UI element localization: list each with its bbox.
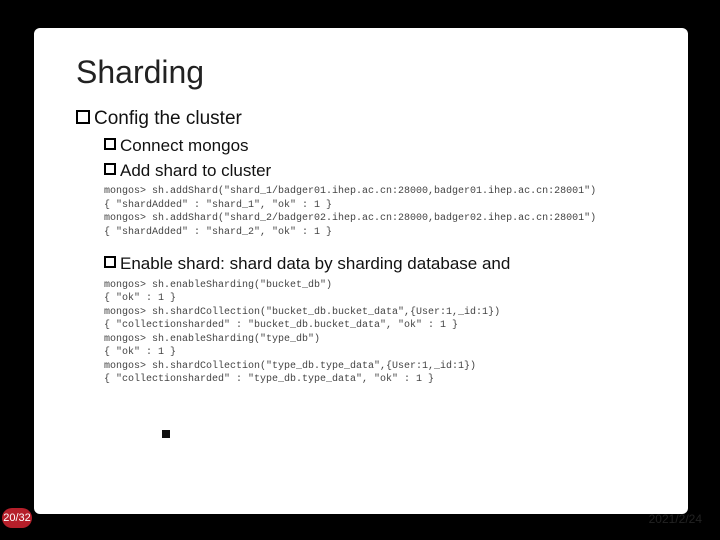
bullet-text: Connect mongos — [120, 135, 249, 156]
footer-date: 2021/2/24 — [649, 512, 702, 526]
bullet-level1: Config the cluster — [76, 107, 688, 131]
slide-container: Sharding Config the cluster Connect mong… — [34, 28, 688, 514]
bullet-text: Config the cluster — [94, 107, 242, 131]
square-bullet-icon — [104, 256, 116, 268]
bullet-text: Add shard to cluster — [120, 160, 271, 181]
bullet-text: Enable shard: shard data by sharding dat… — [120, 253, 510, 274]
bullet-text-line1: Enable shard: shard data by sharding dat… — [120, 254, 510, 273]
square-bullet-icon — [104, 138, 116, 150]
bullet-add-shard: Add shard to cluster — [104, 160, 688, 181]
slide-title: Sharding — [34, 28, 688, 91]
bullet-enable-shard: Enable shard: shard data by sharding dat… — [104, 253, 688, 274]
code-enable-shard: mongos> sh.enableSharding("bucket_db") {… — [104, 279, 688, 387]
code-add-shard: mongos> sh.addShard("shard_1/badger01.ih… — [104, 185, 688, 239]
page-number-badge: 20/32 — [2, 508, 32, 528]
square-bullet-icon — [162, 430, 170, 438]
square-bullet-icon — [76, 110, 90, 124]
bullet-connect: Connect mongos — [104, 135, 688, 156]
square-bullet-icon — [104, 163, 116, 175]
